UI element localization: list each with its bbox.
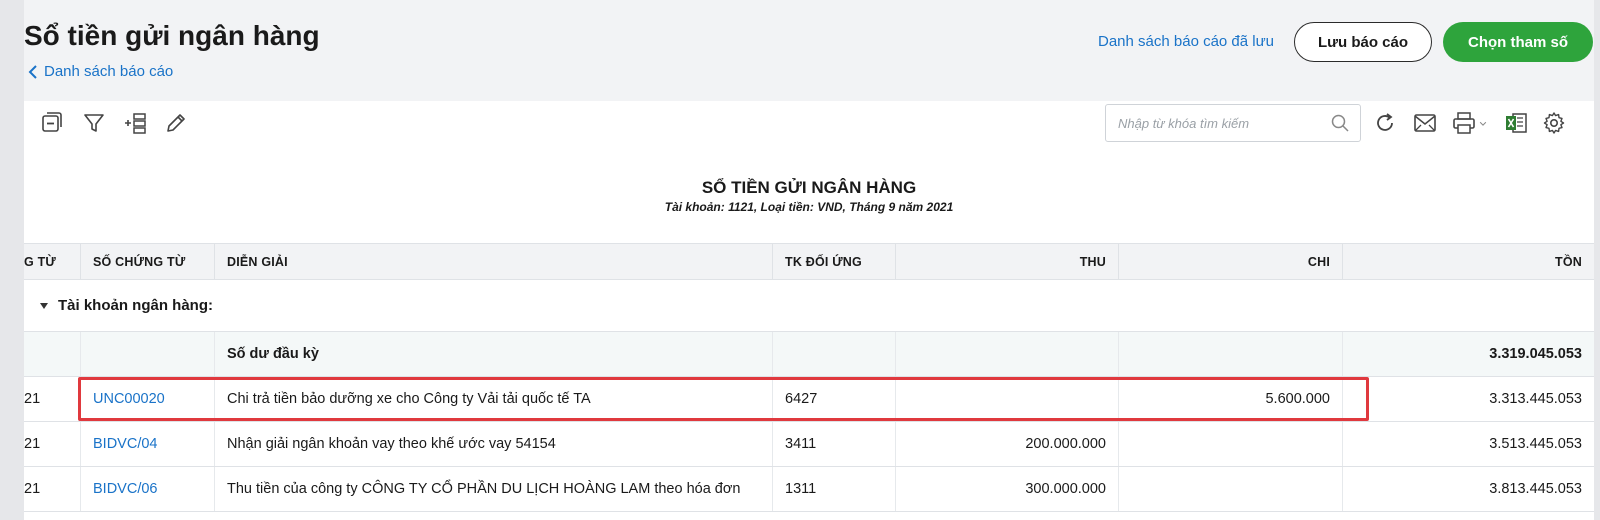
row-voucher-link[interactable]: BIDVC/06 (81, 467, 215, 511)
choose-parameters-button[interactable]: Chọn tham số (1443, 22, 1593, 62)
back-link-label: Danh sách báo cáo (44, 63, 174, 80)
refresh-icon[interactable] (1371, 109, 1399, 137)
settings-icon[interactable] (1540, 109, 1568, 137)
col-header-ton[interactable]: TỒN (1343, 244, 1594, 279)
right-scrollbar[interactable] (1594, 0, 1600, 520)
search-input[interactable] (1106, 105, 1330, 141)
row-balance: 3.813.445.053 (1489, 481, 1582, 497)
search-box (1105, 104, 1361, 142)
chevron-down-icon[interactable] (1476, 109, 1490, 137)
report-subtitle: Tài khoản: 1121, Loại tiền: VND, Tháng 9… (664, 200, 954, 214)
excel-icon[interactable] (1502, 109, 1530, 137)
col-header-chi[interactable]: CHI (1119, 244, 1343, 279)
search-icon[interactable] (1330, 113, 1350, 133)
row-date: 21 (24, 422, 81, 466)
opening-account-cell (773, 332, 896, 376)
group-row[interactable]: Tài khoản ngân hàng: (24, 280, 1594, 332)
collapse-icon[interactable] (38, 109, 66, 137)
table-header: G TỪ SỐ CHỨNG TỪ DIỄN GIẢI TK ĐỐI ỨNG TH… (24, 243, 1594, 280)
save-report-button[interactable]: Lưu báo cáo (1294, 22, 1432, 62)
opening-voucher-cell (81, 332, 215, 376)
table-row[interactable]: 21 BIDVC/06 Thu tiền của công ty CÔNG TY… (24, 467, 1594, 512)
edit-icon[interactable] (162, 109, 190, 137)
row-description: Nhận giải ngân khoản vay theo khế ước va… (215, 422, 773, 466)
table-row[interactable]: 21 UNC00020 Chi trả tiền bảo dưỡng xe ch… (24, 377, 1594, 422)
group-label-cell: Tài khoản ngân hàng: (40, 280, 640, 331)
row-date: 21 (24, 377, 81, 421)
opening-thu-cell (896, 332, 1119, 376)
report-page: Sổ tiền gửi ngân hàng Danh sách báo cáo … (24, 0, 1594, 520)
row-account: 3411 (773, 422, 896, 466)
row-chi (1119, 422, 1343, 466)
row-voucher-link[interactable]: BIDVC/04 (81, 422, 215, 466)
row-chi: 5.600.000 (1119, 377, 1343, 421)
report-title: SỔ TIỀN GỬI NGÂN HÀNG (701, 178, 917, 197)
add-column-icon[interactable] (121, 109, 149, 137)
chevron-left-icon (28, 64, 37, 79)
row-account: 6427 (773, 377, 896, 421)
col-header-voucher[interactable]: SỐ CHỨNG TỪ (81, 244, 215, 279)
row-thu: 300.000.000 (896, 467, 1119, 511)
print-icon[interactable] (1450, 109, 1478, 137)
row-description: Chi trả tiền bảo dưỡng xe cho Công ty Vả… (215, 377, 773, 421)
report-toolbar (24, 101, 1594, 145)
table-row[interactable]: 21 BIDVC/04 Nhận giải ngân khoản vay the… (24, 422, 1594, 467)
row-chi (1119, 467, 1343, 511)
col-header-account[interactable]: TK ĐỐI ỨNG (773, 244, 896, 279)
row-balance: 3.513.445.053 (1489, 436, 1582, 452)
back-to-report-list-link[interactable]: Danh sách báo cáo (28, 63, 173, 80)
opening-chi-cell (1119, 332, 1343, 376)
left-panel-edge (0, 0, 24, 520)
col-header-thu[interactable]: THU (896, 244, 1119, 279)
page-title: Sổ tiền gửi ngân hàng (24, 20, 320, 51)
row-thu: 200.000.000 (896, 422, 1119, 466)
col-header-date[interactable]: G TỪ (24, 244, 81, 279)
caret-down-icon[interactable] (40, 302, 48, 309)
row-thu (896, 377, 1119, 421)
saved-reports-link[interactable]: Danh sách báo cáo đã lưu (1098, 33, 1274, 50)
opening-label: Số dư đầu kỳ (215, 332, 773, 376)
row-description: Thu tiền của công ty CÔNG TY CỔ PHẦN DU … (215, 467, 773, 511)
row-balance: 3.313.445.053 (1489, 391, 1582, 407)
row-account: 1311 (773, 467, 896, 511)
group-label: Tài khoản ngân hàng: (58, 297, 214, 314)
opening-balance-row: Số dư đầu kỳ 3.319.045.053 (24, 332, 1594, 377)
opening-date-cell (24, 332, 81, 376)
row-date: 21 (24, 467, 81, 511)
opening-balance: 3.319.045.053 (1489, 346, 1582, 362)
page-header: Sổ tiền gửi ngân hàng Danh sách báo cáo … (24, 0, 1594, 101)
row-voucher-link[interactable]: UNC00020 (81, 377, 215, 421)
filter-icon[interactable] (80, 109, 108, 137)
col-header-description[interactable]: DIỄN GIẢI (215, 244, 773, 279)
email-icon[interactable] (1411, 109, 1439, 137)
